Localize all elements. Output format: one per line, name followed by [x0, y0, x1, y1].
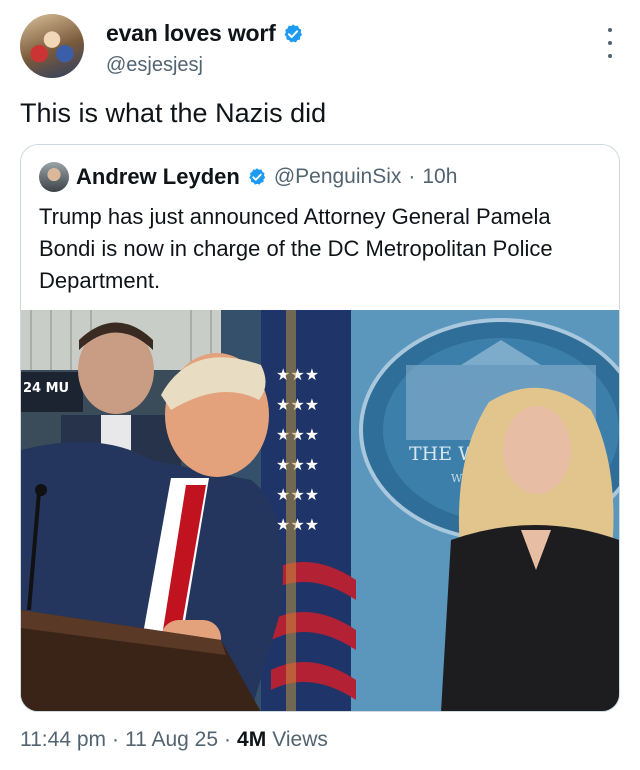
verified-badge-icon	[284, 23, 302, 42]
press-conference-photo[interactable]: THE WHIT WASHIN 24 MU ★★★ ★★★ ★★★ ★★★ ★★…	[21, 310, 619, 712]
svg-text:★★★: ★★★	[276, 487, 319, 504]
quoted-handle: @PenguinSix	[273, 165, 402, 188]
tweet-meta: 11:44 pm · 11 Aug 25 · 4M Views	[20, 724, 328, 756]
quoted-header: Andrew Leyden @PenguinSix · 10h	[39, 161, 457, 193]
tweet-date[interactable]: 11 Aug 25	[125, 728, 218, 752]
meta-separator: ·	[224, 728, 232, 751]
author-avatar[interactable]	[20, 14, 84, 78]
quoted-author-avatar[interactable]	[39, 162, 69, 192]
author-name-line: evan loves worf	[106, 20, 304, 47]
tweet-time[interactable]: 11:44 pm	[20, 728, 106, 752]
svg-text:★★★: ★★★	[276, 517, 319, 534]
meta-separator: ·	[112, 728, 119, 751]
verified-badge-icon	[249, 168, 265, 185]
views-label: Views	[272, 728, 328, 751]
quoted-tweet[interactable]: Andrew Leyden @PenguinSix · 10h Trump ha…	[20, 144, 620, 712]
svg-text:★★★: ★★★	[276, 427, 319, 444]
author-handle[interactable]: @esjesjesj	[106, 54, 203, 77]
author-display-name[interactable]: evan loves worf	[106, 20, 276, 47]
tweet-text: This is what the Nazis did	[20, 98, 327, 128]
more-options-icon[interactable]	[600, 28, 620, 58]
screen-text: 24 MU	[23, 381, 69, 396]
quoted-separator: ·	[408, 165, 416, 188]
svg-text:★★★: ★★★	[276, 397, 319, 414]
svg-text:★★★: ★★★	[276, 457, 319, 474]
quoted-age: 10h	[422, 165, 458, 188]
views-count: 4M	[237, 728, 267, 751]
quoted-text: Trump has just announced Attorney Genera…	[39, 204, 553, 293]
tweet-header: evan loves worf @esjesjesj	[20, 14, 620, 80]
quoted-display-name: Andrew Leyden	[76, 164, 240, 189]
svg-text:★★★: ★★★	[276, 367, 319, 384]
